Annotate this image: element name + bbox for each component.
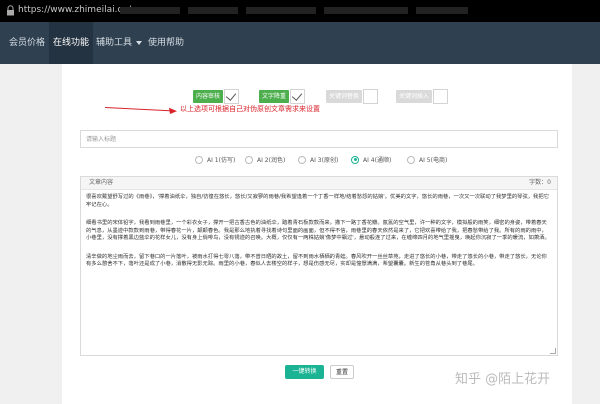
top-nav: 会员价格 在线功能 辅助工具 使用帮助 <box>0 22 600 64</box>
toggle-label: 内容审核 <box>193 90 223 103</box>
nav-item-auxiliary-tools[interactable]: 辅助工具 <box>93 22 145 64</box>
toggle-label: 关键词插入 <box>396 90 432 103</box>
article-paragraph: 很喜欢戴望舒写过的《雨巷》，'撑着油纸伞，独自/彷徨在悠长，悠长/又寂寥的雨巷/… <box>86 194 549 208</box>
browser-tab[interactable] <box>324 7 408 14</box>
nav-item-label: 使用帮助 <box>147 38 184 48</box>
radio-label: AI 2(润色) <box>257 157 286 164</box>
article-editor[interactable]: 文章内容 字数：0 很喜欢戴望舒写过的《雨巷》，'撑着油纸伞，独自/彷徨在悠长，… <box>80 176 558 356</box>
radio-circle[interactable] <box>351 155 359 164</box>
browser-tab[interactable] <box>246 7 316 14</box>
nav-item-label: 在线功能 <box>52 38 89 48</box>
radio-circle[interactable] <box>407 155 415 164</box>
annotation-hint: 以上选项可根据自己对伪原创文章需求来设置 <box>180 105 320 113</box>
radio-circle[interactable] <box>298 155 306 164</box>
radio-ai-1[interactable]: AI 1(仿写) <box>195 155 235 165</box>
nav-item-label: 辅助工具 <box>95 38 132 48</box>
nav-item-membership-price[interactable]: 会员价格 <box>5 22 49 64</box>
toggle-checkbox[interactable] <box>433 89 448 104</box>
radio-label: AI 5(电商) <box>419 157 448 164</box>
check-icon <box>225 90 237 101</box>
watermark: 知乎 @陌上花开 <box>455 372 551 387</box>
browser-address-bar[interactable]: https://www.zhimeilai.cn/gongneng <box>0 0 600 22</box>
editor-header: 文章内容 字数：0 <box>81 177 557 190</box>
annotation-arrow-icon <box>105 107 177 114</box>
article-paragraph: 清辛做的地尘雨而去，留下巷口的一片落叶，被雨水打得七零八落，带不曾日晒的故土，留… <box>86 253 547 268</box>
radio-ai-2[interactable]: AI 2(润色) <box>245 155 285 165</box>
radio-circle[interactable] <box>195 155 203 164</box>
toggle-label: 文字降重 <box>259 90 289 103</box>
browser-tab[interactable] <box>120 7 180 14</box>
convert-button[interactable]: 一键转换 <box>285 365 324 379</box>
radio-circle[interactable] <box>245 155 253 164</box>
title-input[interactable]: 请输入标题 <box>80 130 558 148</box>
radio-label: AI 3(原创) <box>310 157 339 164</box>
word-count: 字数：0 <box>529 179 551 186</box>
chevron-down-icon <box>136 40 142 45</box>
radio-ai-3[interactable]: AI 3(原创) <box>298 155 338 165</box>
lock-icon <box>7 5 14 16</box>
radio-label: AI 4(通顺) <box>363 157 392 164</box>
toggle-checkbox[interactable] <box>290 89 305 104</box>
reset-button[interactable]: 重置 <box>330 365 354 379</box>
radio-ai-5[interactable]: AI 5(电商) <box>407 155 447 165</box>
radio-label: AI 1(仿写) <box>207 157 236 164</box>
browser-tab[interactable] <box>188 7 238 14</box>
editor-label: 文章内容 <box>89 179 114 186</box>
nav-item-label: 会员价格 <box>8 38 45 48</box>
article-paragraph: 细看书里的宋体铅字，我看到雨巷里，一个彩衣女子，撑开一把古香古色的油纸伞，踏着青… <box>86 220 550 241</box>
toggle-checkbox[interactable] <box>363 89 378 104</box>
browser-tab[interactable] <box>416 7 468 14</box>
toggle-label: 关键词替换 <box>326 90 362 103</box>
resize-handle-icon[interactable] <box>550 348 556 354</box>
check-icon <box>291 90 303 101</box>
nav-item-online-features[interactable]: 在线功能 <box>49 22 93 64</box>
editor-content[interactable]: 很喜欢戴望舒写过的《雨巷》，'撑着油纸伞，独自/彷徨在悠长，悠长/又寂寥的雨巷/… <box>86 194 552 280</box>
toggle-checkbox[interactable] <box>224 89 239 104</box>
nav-item-help[interactable]: 使用帮助 <box>145 22 187 64</box>
radio-ai-4[interactable]: AI 4(通顺) <box>351 155 391 165</box>
